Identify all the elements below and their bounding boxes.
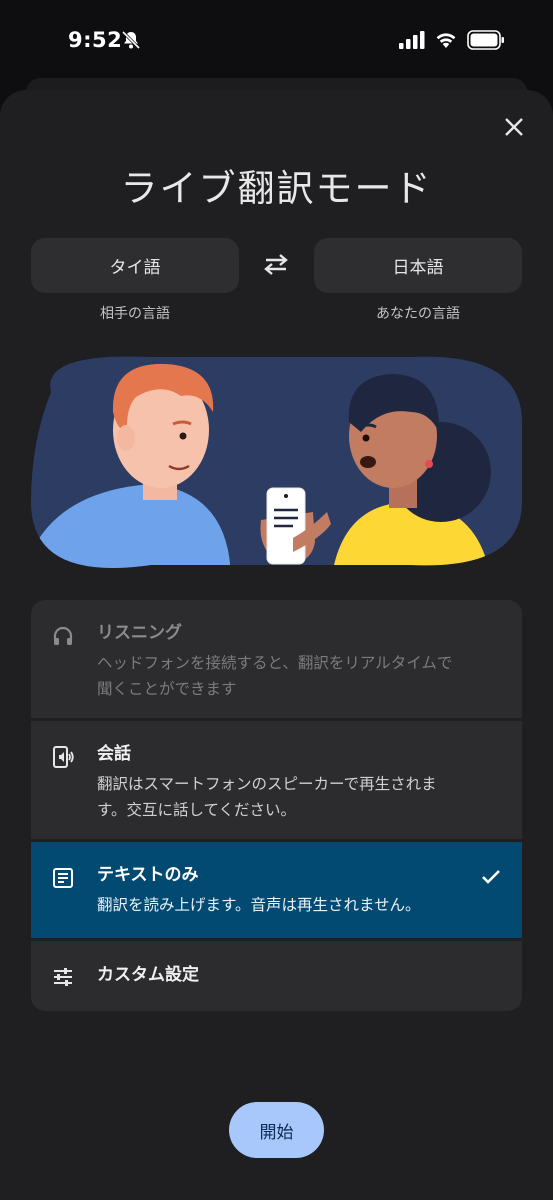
start-button-label: 開始 [259, 1122, 294, 1143]
check-icon [480, 866, 502, 892]
close-button[interactable] [497, 112, 531, 146]
mode-options-list: リスニング ヘッドフォンを接続すると、翻訳をリアルタイムで聞くことができます 会… [31, 600, 522, 1014]
option-conversation-desc: 翻訳はスマートフォンのスピーカーで再生されます。交互に話してください。 [97, 775, 437, 819]
headphones-icon [51, 624, 75, 648]
option-listening-desc: ヘッドフォンを接続すると、翻訳をリアルタイムで聞くことができます [97, 654, 453, 698]
option-text-only-title: テキストのみ [97, 865, 199, 885]
source-language-label: タイ語 [109, 258, 161, 278]
target-language-button[interactable]: 日本語 [314, 238, 522, 293]
option-custom-settings[interactable]: カスタム設定 [31, 941, 522, 1011]
status-bar: 9:52 [0, 0, 553, 80]
target-language-label: 日本語 [392, 258, 444, 278]
option-text-only-desc: 翻訳を読み上げます。音声は再生されません。 [97, 896, 421, 914]
phone-speaker-icon [51, 745, 75, 769]
option-conversation[interactable]: 会話 翻訳はスマートフォンのスピーカーで再生されます。交互に話してください。 [31, 721, 522, 839]
bell-off-icon [121, 30, 141, 54]
swap-languages-button[interactable] [258, 250, 294, 282]
swap-icon [261, 252, 291, 280]
source-language-caption: 相手の言語 [100, 306, 170, 322]
option-conversation-title: 会話 [97, 744, 131, 764]
battery-icon [467, 30, 505, 54]
status-time: 9:52 [68, 28, 123, 52]
page-title: ライブ翻訳モード [120, 167, 433, 210]
source-language-button[interactable]: タイ語 [31, 238, 239, 293]
start-button[interactable]: 開始 [229, 1102, 324, 1158]
text-document-icon [51, 866, 75, 890]
target-language-caption: あなたの言語 [376, 306, 460, 322]
signal-icon [399, 31, 425, 53]
option-listening[interactable]: リスニング ヘッドフォンを接続すると、翻訳をリアルタイムで聞くことができます [31, 600, 522, 718]
sliders-icon [51, 965, 75, 989]
close-icon [503, 116, 525, 142]
conversation-illustration [31, 352, 522, 570]
option-listening-title: リスニング [97, 623, 182, 643]
option-text-only[interactable]: テキストのみ 翻訳を読み上げます。音声は再生されません。 [31, 842, 522, 938]
option-custom-settings-title: カスタム設定 [97, 965, 199, 985]
wifi-icon [434, 31, 458, 53]
